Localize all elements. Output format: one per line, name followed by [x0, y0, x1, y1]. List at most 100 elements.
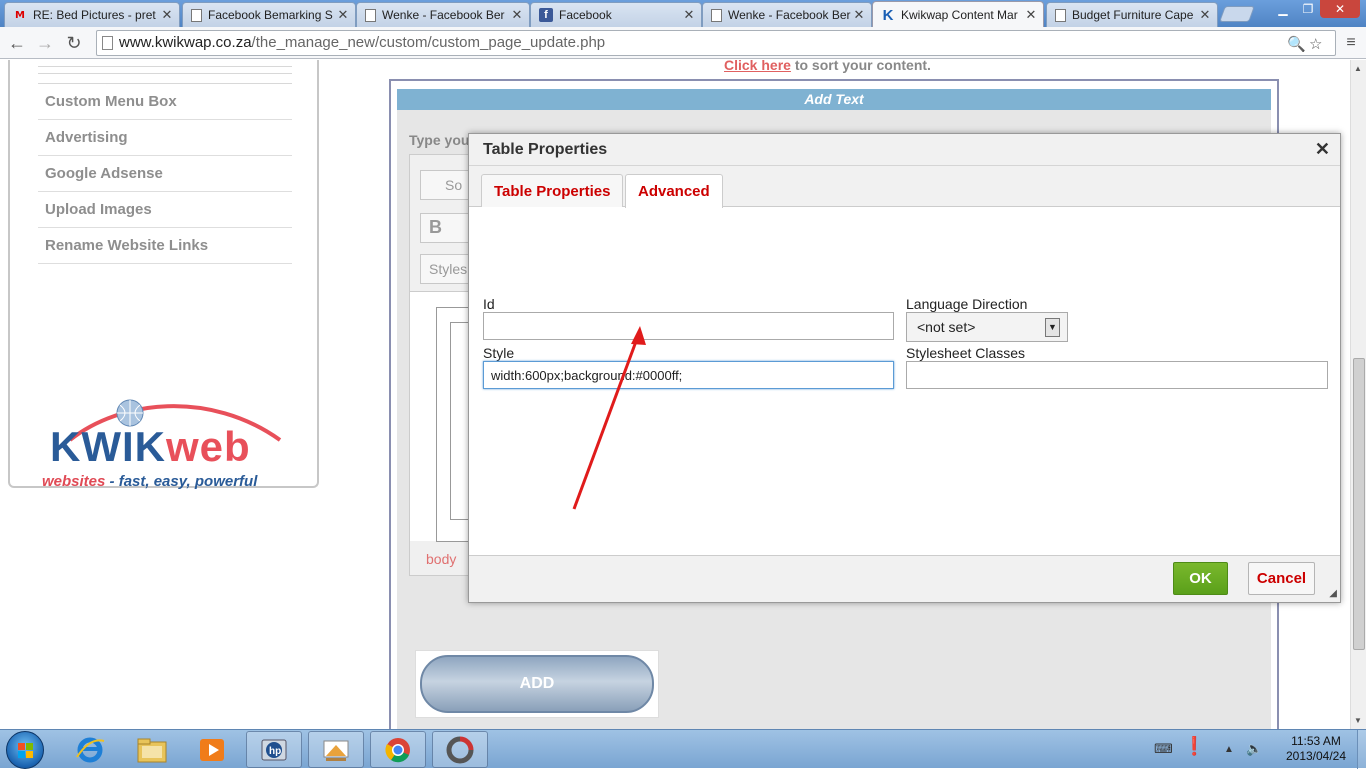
logo-wordmark: KWIKweb	[50, 423, 251, 470]
sidebar-item-google-adsense[interactable]: Google Adsense	[38, 156, 292, 192]
id-field[interactable]	[483, 312, 894, 340]
annotation-arrow-icon	[572, 326, 646, 510]
browser-tab[interactable]: Budget Furniture Cape ✕	[1046, 2, 1218, 27]
minimize-icon[interactable]: ▁	[1270, 0, 1296, 18]
kwikwap-icon: K	[882, 6, 894, 24]
document-icon	[191, 8, 202, 22]
add-button-frame: ADD	[415, 650, 659, 718]
chrome-icon[interactable]	[370, 731, 426, 768]
document-icon	[365, 8, 376, 22]
close-tab-icon[interactable]: ✕	[159, 7, 175, 23]
keyboard-icon[interactable]: ⌨	[1154, 741, 1173, 757]
tab-advanced[interactable]: Advanced	[625, 174, 723, 208]
reload-icon[interactable]: ↻	[63, 32, 85, 54]
browser-tab[interactable]: Wenke - Facebook Ber ✕	[356, 2, 530, 27]
tab-table-properties[interactable]: Table Properties	[481, 174, 624, 207]
cancel-button[interactable]: Cancel	[1248, 562, 1315, 595]
kwikweb-logo: KWIKweb websites - fast, easy, powerful	[40, 395, 290, 495]
sort-content-note: Click here to sort your content.	[724, 60, 931, 73]
stylesheet-classes-label: Stylesheet Classes	[906, 345, 1026, 361]
browser-tab[interactable]: f Facebook ✕	[530, 2, 702, 27]
page-icon	[102, 36, 113, 50]
page-scrollbar[interactable]: ▲ ▼	[1350, 60, 1366, 729]
chevron-down-icon[interactable]: ▼	[1045, 318, 1060, 337]
volume-icon[interactable]: 🔈	[1246, 741, 1262, 757]
browser-tab[interactable]: M RE: Bed Pictures - pret ✕	[4, 2, 180, 27]
resize-handle-icon[interactable]: ◢	[1329, 588, 1337, 599]
browser-tab[interactable]: Wenke - Facebook Ber ✕	[702, 2, 872, 27]
close-tab-icon[interactable]: ✕	[1023, 7, 1039, 23]
add-button[interactable]: ADD	[420, 655, 654, 713]
tab-title: Kwikwap Content Mar	[901, 8, 1018, 22]
sidebar-item-custom-menu-box[interactable]: Custom Menu Box	[38, 84, 292, 120]
sidebar-item-advertising[interactable]: Advertising	[38, 120, 292, 156]
style-field[interactable]: width:600px;background:#0000ff;	[483, 361, 894, 389]
show-desktop-button[interactable]	[1357, 730, 1366, 769]
zoom-icon[interactable]: 🔍	[1287, 33, 1306, 57]
sidebar: Custom Menu Box Advertising Google Adsen…	[8, 60, 319, 490]
internet-explorer-icon[interactable]	[62, 731, 118, 768]
url-path: /the_manage_new/custom/custom_page_updat…	[251, 34, 606, 51]
type-your-label: Type you	[409, 132, 470, 148]
element-path-body[interactable]: body	[426, 551, 456, 567]
language-direction-value: <not set>	[917, 319, 976, 335]
clock-date: 2013/04/24	[1285, 749, 1347, 763]
bookmark-star-icon[interactable]: ☆	[1309, 33, 1322, 57]
browser-tab-active[interactable]: K Kwikwap Content Mar ✕	[872, 1, 1044, 28]
browser-tab[interactable]: Facebook Bemarking S ✕	[182, 2, 356, 27]
logo-tagline: websites - fast, easy, powerful	[42, 473, 258, 490]
menu-icon[interactable]: ≡	[1340, 32, 1362, 54]
browser-toolbar: ← → ↻ www.kwikwap.co.za/the_manage_new/c…	[0, 27, 1366, 59]
forward-icon[interactable]: →	[34, 32, 56, 54]
start-button[interactable]	[6, 731, 44, 769]
back-icon[interactable]: ←	[6, 32, 28, 54]
tab-title: Facebook Bemarking S	[208, 8, 333, 22]
window-close-icon[interactable]: ✕	[1320, 0, 1360, 18]
facebook-icon: f	[539, 8, 553, 22]
add-text-header: Add Text	[397, 89, 1271, 110]
gmail-icon: M	[15, 9, 25, 21]
rich-text-editor: So B Styles body	[409, 154, 480, 576]
scrollbar-thumb[interactable]	[1353, 358, 1365, 650]
dialog-title-text: Table Properties	[483, 141, 608, 158]
system-clock[interactable]: 11:53 AM 2013/04/24	[1280, 734, 1352, 764]
clock-time: 11:53 AM	[1291, 734, 1341, 748]
id-label: Id	[483, 296, 495, 312]
document-icon	[1055, 8, 1066, 22]
restore-icon[interactable]: ❐	[1295, 0, 1321, 18]
editor-content-area[interactable]	[410, 291, 480, 542]
sidebar-item-rename-website-links[interactable]: Rename Website Links	[38, 228, 292, 264]
tab-title: Facebook	[559, 8, 612, 22]
divider	[38, 73, 292, 74]
scroll-up-icon[interactable]: ▲	[1354, 64, 1362, 73]
document-icon	[711, 8, 722, 22]
close-icon[interactable]: ✕	[1315, 139, 1330, 160]
paint-app-icon[interactable]	[308, 731, 364, 768]
scroll-down-icon[interactable]: ▼	[1354, 716, 1362, 725]
hp-app-icon[interactable]: hp	[246, 731, 302, 768]
action-center-alert-icon[interactable]: ❗	[1183, 736, 1205, 757]
close-tab-icon[interactable]: ✕	[681, 7, 697, 23]
close-tab-icon[interactable]: ✕	[851, 7, 867, 23]
source-label: So	[445, 177, 463, 193]
close-tab-icon[interactable]: ✕	[335, 7, 351, 23]
page-viewport: Custom Menu Box Advertising Google Adsen…	[0, 60, 1350, 729]
ok-button[interactable]: OK	[1173, 562, 1228, 595]
stylesheet-classes-field[interactable]	[906, 361, 1328, 389]
windows-logo-icon	[18, 743, 34, 759]
media-player-icon[interactable]	[184, 731, 240, 768]
show-hidden-icons-icon[interactable]: ▲	[1224, 744, 1234, 755]
close-tab-icon[interactable]: ✕	[1197, 7, 1213, 23]
style-label: Style	[483, 345, 515, 361]
click-here-link[interactable]: Click here	[724, 60, 791, 73]
new-tab-button[interactable]	[1219, 6, 1255, 22]
browser-tab-strip: M RE: Bed Pictures - pret ✕ Facebook Bem…	[0, 0, 1366, 28]
language-direction-select[interactable]: <not set> ▼	[906, 312, 1068, 342]
sidebar-item-upload-images[interactable]: Upload Images	[38, 192, 292, 228]
svg-text:hp: hp	[269, 746, 281, 757]
file-explorer-icon[interactable]	[124, 731, 180, 768]
tab-title: Budget Furniture Cape	[1072, 8, 1194, 22]
camtasia-icon[interactable]	[432, 731, 488, 768]
address-bar[interactable]: www.kwikwap.co.za/the_manage_new/custom/…	[96, 30, 1336, 56]
close-tab-icon[interactable]: ✕	[509, 7, 525, 23]
